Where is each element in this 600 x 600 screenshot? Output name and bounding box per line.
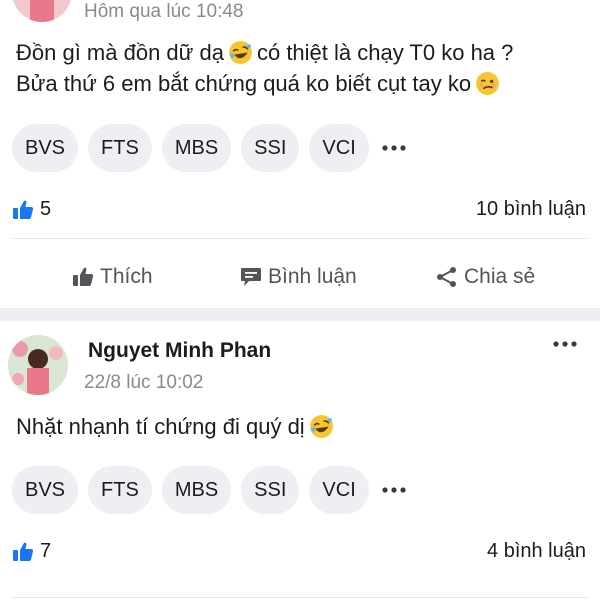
like-count-value: 7 (40, 540, 52, 562)
stock-tags: BVS FTS MBS SSI VCI (12, 466, 409, 514)
comment-count[interactable]: 10 bình luận (476, 198, 586, 221)
thumbs-up-icon (73, 267, 94, 286)
content-text: có thiệt là chạy T0 ko ha ? (256, 40, 514, 65)
tag-mbs[interactable]: MBS (161, 124, 232, 172)
tag-fts[interactable]: FTS (88, 466, 152, 514)
rolling-laughing-emoji (309, 415, 333, 438)
comment-count[interactable]: 4 bình luận (487, 540, 586, 563)
content-text: Bửa thứ 6 em bắt chứng quá ko biết cụt t… (16, 71, 472, 96)
tag-bvs[interactable]: BVS (12, 124, 79, 172)
thumbs-up-icon (13, 542, 34, 561)
like-count[interactable]: 5 (12, 198, 51, 221)
post-content: Đồn gì mà đồn dữ dạ có thiệt là chạy T0 k… (16, 37, 586, 99)
post-actions: Thích Bình luận Chia sẻ (0, 265, 600, 301)
more-dots-icon[interactable] (552, 337, 578, 349)
divider (12, 597, 588, 598)
post-stats: 7 4 bình luận (12, 540, 586, 568)
post-timestamp[interactable]: 22/8 lúc 10:02 (84, 372, 203, 394)
tag-fts[interactable]: FTS (88, 124, 152, 172)
tag-ssi[interactable]: SSI (241, 124, 300, 172)
tag-vci[interactable]: VCI (309, 466, 369, 514)
woozy-face-emoji (476, 72, 500, 95)
comment-label: Bình luận (268, 265, 357, 288)
share-label: Chia sẻ (464, 265, 536, 288)
post-stats: 5 10 bình luận (12, 198, 586, 226)
tag-vci[interactable]: VCI (309, 124, 369, 172)
more-tags-icon[interactable] (379, 466, 409, 514)
tag-bvs[interactable]: BVS (12, 466, 79, 514)
author-avatar[interactable] (12, 0, 72, 22)
share-icon (437, 267, 456, 287)
like-label: Thích (100, 265, 153, 288)
tag-ssi[interactable]: SSI (241, 466, 300, 514)
content-text: Đồn gì mà đồn dữ dạ (16, 40, 224, 65)
post-1: Hôm qua lúc 10:48 Đồn gì mà đồn dữ dạ có … (0, 0, 600, 308)
author-avatar[interactable] (8, 335, 68, 395)
thumbs-up-icon (13, 200, 34, 219)
post-timestamp[interactable]: Hôm qua lúc 10:48 (84, 1, 244, 23)
post-separator (0, 308, 600, 321)
like-button[interactable]: Thích (72, 265, 153, 289)
author-name[interactable]: Nguyet Minh Phan (88, 339, 271, 363)
like-count[interactable]: 7 (12, 540, 51, 563)
divider (12, 238, 588, 239)
share-button[interactable]: Chia sẻ (436, 265, 535, 289)
rolling-laughing-emoji (229, 41, 252, 64)
more-tags-icon[interactable] (379, 124, 409, 172)
comment-button[interactable]: Bình luận (240, 265, 357, 289)
content-text: Nhặt nhạnh tí chứng đi quý dị (16, 414, 305, 439)
post-content: Nhặt nhạnh tí chứng đi quý dị (16, 411, 586, 442)
stock-tags: BVS FTS MBS SSI VCI (12, 124, 409, 172)
tag-mbs[interactable]: MBS (161, 466, 232, 514)
like-count-value: 5 (40, 198, 52, 220)
chat-bubble-icon (241, 268, 261, 286)
